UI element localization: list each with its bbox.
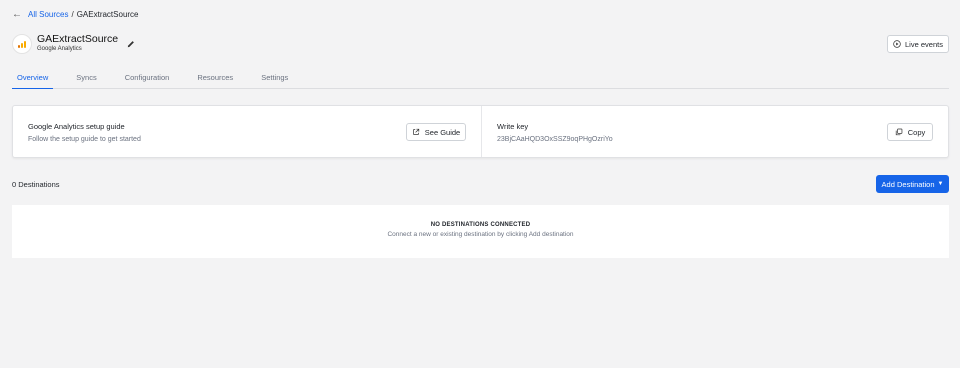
setup-card: Google Analytics setup guide Follow the …: [12, 105, 949, 158]
tab-overview[interactable]: Overview: [12, 72, 54, 89]
caret-down-icon: ▼: [937, 181, 944, 187]
empty-destinations-title: NO DESTINATIONS CONNECTED: [430, 222, 531, 228]
copy-button[interactable]: Copy: [887, 123, 933, 141]
tab-syncs[interactable]: Syncs: [71, 72, 101, 89]
source-header: GAExtractSource Google Analytics: [12, 33, 135, 54]
play-circle-icon: [893, 40, 901, 48]
copy-label: Copy: [907, 127, 926, 137]
breadcrumb: ← All Sources / GAExtractSource: [12, 9, 139, 19]
live-events-label: Live events: [905, 39, 943, 49]
external-link-icon: [413, 128, 419, 135]
empty-destinations-card: NO DESTINATIONS CONNECTED Connect a new …: [12, 205, 949, 258]
write-key-value: 23BjCAaHQD3OxSSZ9oqPHgOzriYo: [497, 136, 613, 143]
see-guide-button[interactable]: See Guide: [406, 123, 466, 141]
source-type: Google Analytics: [37, 46, 82, 52]
copy-icon: [895, 128, 903, 136]
add-destination-button[interactable]: Add Destination ▼: [876, 175, 949, 193]
breadcrumb-separator: /: [71, 10, 74, 19]
destinations-count: 0 Destinations: [12, 180, 60, 189]
write-key-panel: Write key 23BjCAaHQD3OxSSZ9oqPHgOzriYo C…: [482, 106, 948, 157]
write-key-title: Write key: [497, 122, 529, 131]
tab-configuration[interactable]: Configuration: [120, 72, 175, 89]
tab-settings[interactable]: Settings: [256, 72, 293, 89]
setup-guide-panel: Google Analytics setup guide Follow the …: [13, 106, 482, 157]
add-destination-label: Add Destination: [881, 179, 935, 189]
breadcrumb-current: GAExtractSource: [76, 10, 139, 19]
tab-bar: Overview Syncs Configuration Resources S…: [12, 72, 949, 89]
pencil-icon[interactable]: [127, 35, 135, 48]
tab-resources[interactable]: Resources: [192, 72, 238, 89]
arrow-left-icon[interactable]: ←: [12, 9, 22, 19]
google-analytics-logo: [12, 34, 32, 54]
source-title: GAExtractSource: [37, 33, 119, 45]
breadcrumb-all-sources-link[interactable]: All Sources: [28, 10, 68, 19]
see-guide-label: See Guide: [424, 127, 461, 137]
live-events-button[interactable]: Live events: [887, 35, 949, 53]
empty-destinations-subtitle: Connect a new or existing destination by…: [387, 231, 574, 238]
